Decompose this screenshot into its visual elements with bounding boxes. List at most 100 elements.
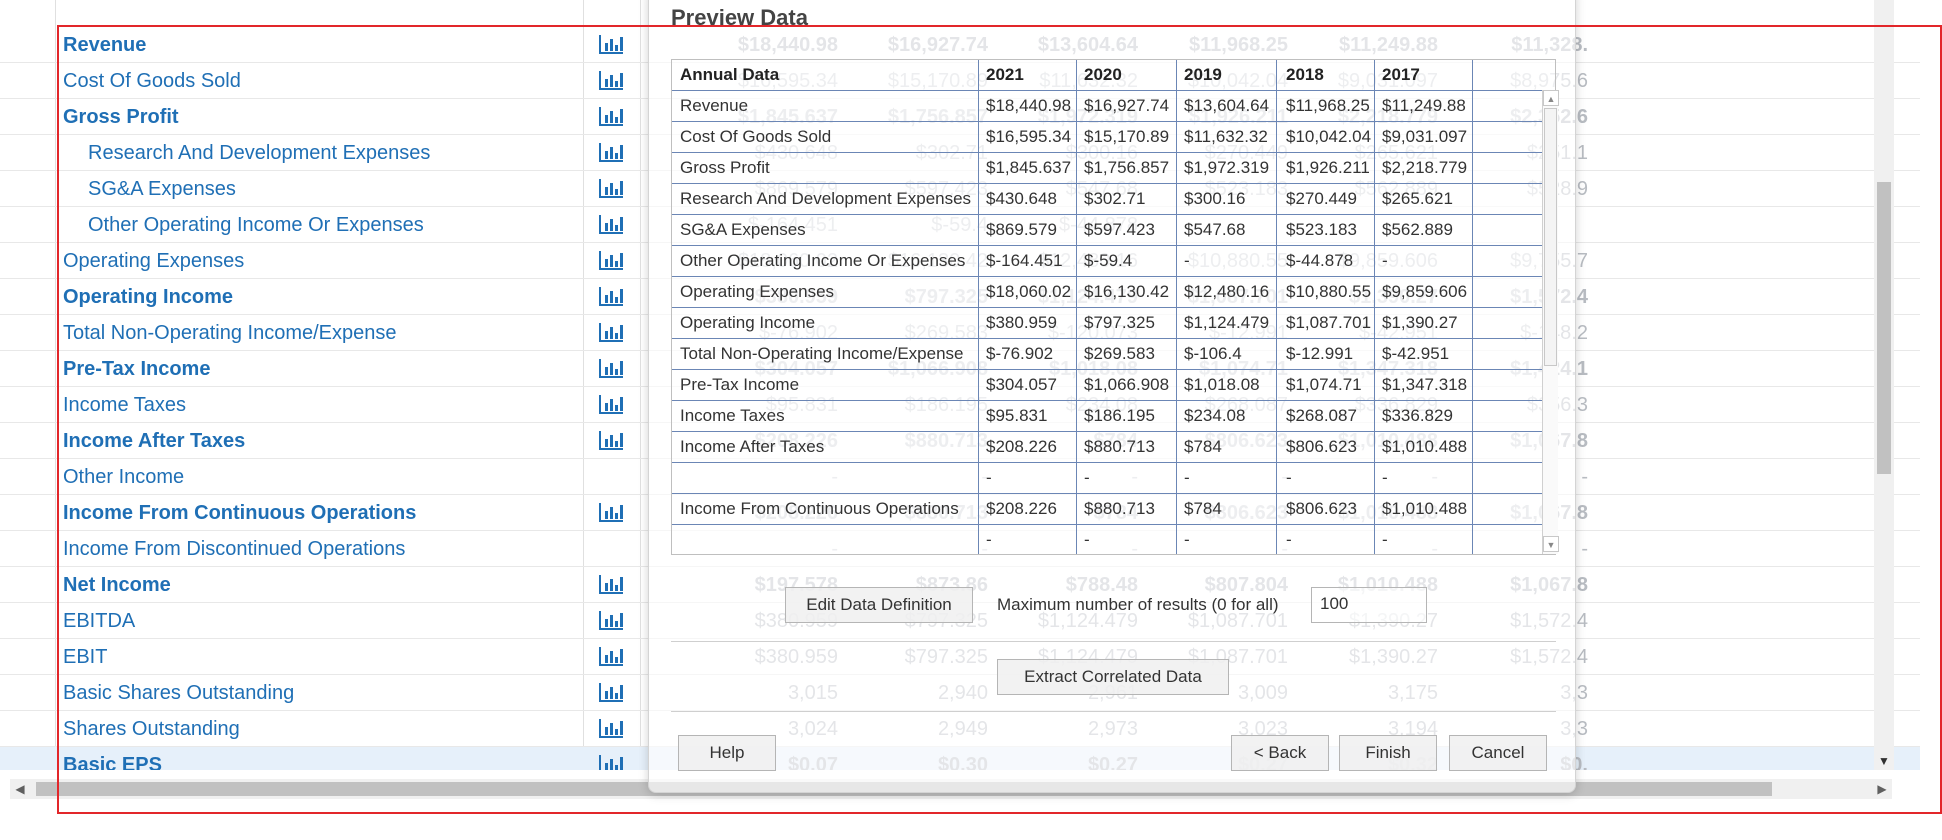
bar-chart-icon[interactable]	[598, 249, 625, 271]
bar-chart-icon[interactable]	[598, 573, 625, 595]
grid-row: Other Operating Income Or Expenses $-164.…	[672, 245, 1544, 277]
grid-cell: -	[986, 468, 992, 487]
row-label[interactable]: Gross Profit	[63, 106, 179, 129]
grid-cell: $336.829	[1382, 406, 1453, 425]
grid-cell: $269.583	[1084, 344, 1155, 363]
edit-data-definition-button[interactable]: Edit Data Definition	[785, 587, 973, 623]
row-label[interactable]: Income After Taxes	[63, 430, 245, 453]
bar-chart-icon[interactable]	[598, 285, 625, 307]
row-label[interactable]: Income From Continuous Operations	[63, 502, 416, 525]
bar-chart-icon[interactable]	[598, 609, 625, 631]
grid-cell: $11,249.88	[1382, 96, 1466, 115]
row-label[interactable]: EBITDA	[63, 610, 135, 633]
preview-grid-scrollbar-thumb[interactable]	[1544, 108, 1557, 366]
row-label[interactable]: Other Operating Income Or Expenses	[88, 214, 424, 237]
row-label[interactable]: Total Non-Operating Income/Expense	[63, 322, 397, 345]
grid-row: -----	[672, 462, 1544, 494]
row-label[interactable]: Research And Development Expenses	[88, 142, 430, 165]
bar-chart-icon[interactable]	[598, 177, 625, 199]
preview-data-dialog: Preview Data Annual Data 2021 2020 2019 2018…	[648, 0, 1576, 793]
grid-column-header[interactable]: 2020	[1084, 65, 1122, 85]
grid-row-label: Operating Expenses	[680, 282, 835, 301]
bar-chart-icon[interactable]	[598, 429, 625, 451]
grid-cell: $1,845.637	[986, 158, 1072, 177]
row-label[interactable]: EBIT	[63, 646, 107, 669]
preview-grid-scrollbar[interactable]: ▲ ▼	[1542, 90, 1559, 554]
row-label[interactable]: Cost Of Goods Sold	[63, 70, 241, 93]
row-label[interactable]: Income Taxes	[63, 394, 186, 417]
grid-column-header[interactable]: 2021	[986, 65, 1024, 85]
grid-cell: $302.71	[1084, 189, 1146, 208]
row-label[interactable]: Income From Discontinued Operations	[63, 538, 405, 561]
extract-correlated-data-button[interactable]: Extract Correlated Data	[997, 659, 1229, 695]
grid-row: Income After Taxes $208.226 $880.713 $784 $8…	[672, 431, 1544, 463]
grid-cell: $12,480.16	[1184, 282, 1270, 301]
grid-cell: $597.423	[1084, 220, 1155, 239]
grid-cell: $1,926.211	[1286, 158, 1370, 177]
bar-chart-icon[interactable]	[598, 105, 625, 127]
grid-cell: $430.648	[986, 189, 1057, 208]
bar-chart-icon[interactable]	[598, 717, 625, 739]
scroll-left-arrow-icon[interactable]: ◀	[10, 779, 30, 799]
bar-chart-icon[interactable]	[598, 753, 625, 770]
grid-cell: -	[1286, 468, 1292, 487]
grid-cell: $-44.878	[1286, 251, 1354, 270]
grid-row-label: SG&A Expenses	[680, 220, 806, 239]
grid-cell: $265.621	[1382, 189, 1453, 208]
grid-row-label: Operating Income	[680, 313, 816, 332]
divider	[671, 641, 1556, 642]
bar-chart-icon[interactable]	[598, 321, 625, 343]
bar-chart-icon[interactable]	[598, 393, 625, 415]
row-label[interactable]: Revenue	[63, 34, 146, 57]
grid-cell: $270.449	[1286, 189, 1357, 208]
bar-chart-icon[interactable]	[598, 681, 625, 703]
grid-row: Income From Continuous Operations $208.22…	[672, 493, 1544, 525]
grid-row: Pre-Tax Income $304.057 $1,066.908 $1,018.0…	[672, 369, 1544, 401]
cancel-button[interactable]: Cancel	[1449, 735, 1547, 771]
bar-chart-icon[interactable]	[598, 645, 625, 667]
row-label[interactable]: Operating Income	[63, 286, 233, 309]
grid-cell: -	[1382, 251, 1388, 270]
bar-chart-icon[interactable]	[598, 501, 625, 523]
grid-cell: $380.959	[986, 313, 1057, 332]
scroll-right-arrow-icon[interactable]: ▶	[1872, 779, 1892, 799]
grid-cell: $-59.4	[1084, 251, 1133, 270]
back-button[interactable]: < Back	[1231, 735, 1329, 771]
bar-chart-icon[interactable]	[598, 141, 625, 163]
grid-cell: -	[1382, 530, 1388, 549]
grid-column-header[interactable]: 2018	[1286, 65, 1324, 85]
divider	[671, 711, 1556, 712]
grid-column-header[interactable]: 2019	[1184, 65, 1222, 85]
help-button[interactable]: Help	[678, 735, 776, 771]
chevron-down-icon[interactable]: ▼	[1543, 536, 1559, 552]
max-results-input[interactable]: 100	[1311, 587, 1427, 623]
grid-row: Research And Development Expenses $430.64…	[672, 183, 1544, 215]
row-label[interactable]: Other Income	[63, 466, 184, 489]
bar-chart-icon[interactable]	[598, 69, 625, 91]
grid-cell: $18,060.02	[986, 282, 1072, 301]
bar-chart-icon[interactable]	[598, 33, 625, 55]
chevron-up-icon[interactable]: ▲	[1543, 90, 1559, 106]
grid-cell: $-76.902	[986, 344, 1054, 363]
row-label[interactable]: SG&A Expenses	[88, 178, 236, 201]
row-label[interactable]: Shares Outstanding	[63, 718, 240, 741]
finish-button[interactable]: Finish	[1339, 735, 1437, 771]
vertical-scrollbar-thumb[interactable]	[1877, 182, 1891, 474]
grid-cell: $10,880.55	[1286, 282, 1372, 301]
grid-column-header[interactable]: 2017	[1382, 65, 1420, 85]
grid-cell: $-12.991	[1286, 344, 1354, 363]
vertical-scrollbar[interactable]: ▼	[1874, 0, 1894, 770]
grid-column-header[interactable]: Annual Data	[680, 65, 779, 85]
row-label[interactable]: Operating Expenses	[63, 250, 244, 273]
grid-cell: $10,042.04	[1286, 127, 1372, 146]
bar-chart-icon[interactable]	[598, 357, 625, 379]
grid-cell: $1,756.857	[1084, 158, 1170, 177]
bar-chart-icon[interactable]	[598, 213, 625, 235]
grid-cell: $208.226	[986, 437, 1057, 456]
row-label[interactable]: Basic EPS	[63, 754, 162, 770]
row-label[interactable]: Pre-Tax Income	[63, 358, 210, 381]
grid-cell: $523.183	[1286, 220, 1357, 239]
scroll-down-arrow-icon[interactable]: ▼	[1874, 752, 1894, 770]
row-label[interactable]: Net Income	[63, 574, 171, 597]
row-label[interactable]: Basic Shares Outstanding	[63, 682, 294, 705]
